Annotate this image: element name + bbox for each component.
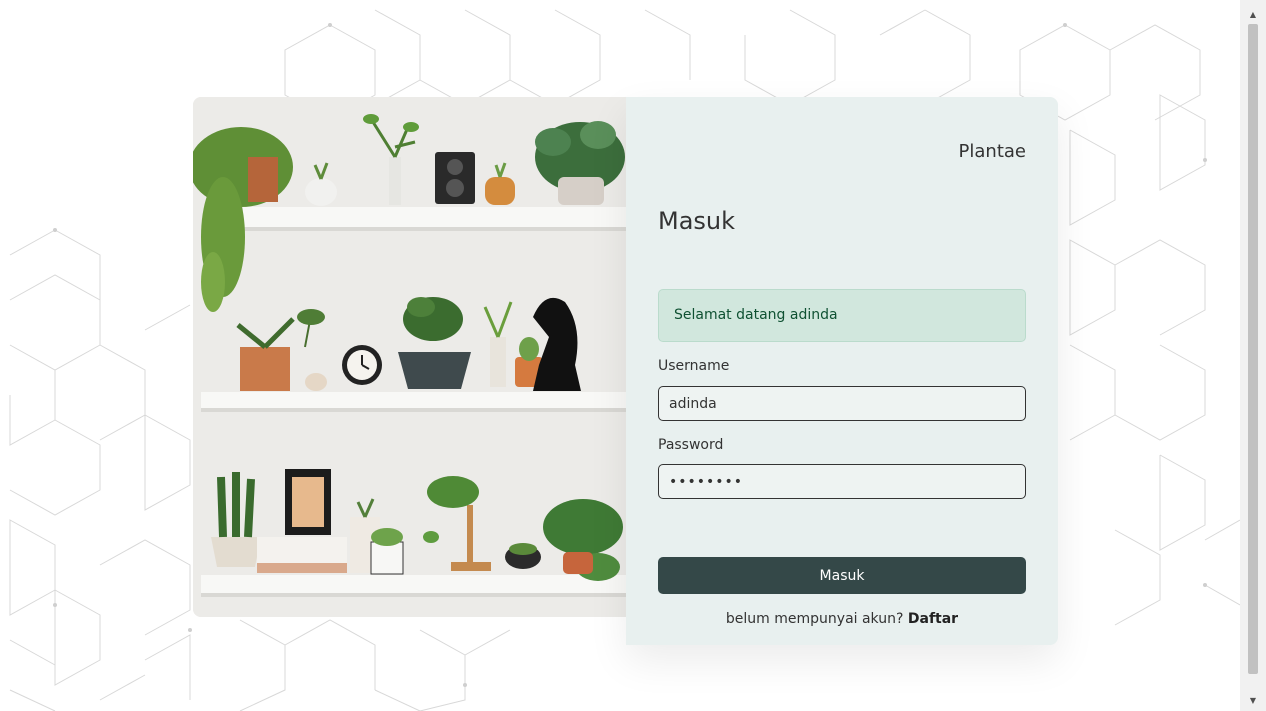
plant-shelf-photo <box>193 97 626 617</box>
scroll-down-arrow-icon[interactable]: ▼ <box>1240 692 1266 709</box>
password-field[interactable] <box>658 464 1026 499</box>
login-button[interactable]: Masuk <box>658 557 1026 594</box>
page-title: Masuk <box>658 207 736 235</box>
username-field[interactable] <box>658 386 1026 421</box>
vertical-scrollbar[interactable]: ▲ ▼ <box>1240 0 1266 711</box>
brand-name: Plantae <box>958 141 1026 162</box>
username-label: Username <box>658 358 730 374</box>
register-link[interactable]: Daftar <box>908 611 958 627</box>
scroll-up-arrow-icon[interactable]: ▲ <box>1240 6 1266 23</box>
register-prompt-text: belum mempunyai akun? <box>725 611 908 627</box>
scrollbar-thumb[interactable] <box>1248 24 1258 674</box>
login-card: Plantae Masuk Selamat datang adinda User… <box>193 97 1058 645</box>
login-form-panel: Plantae Masuk Selamat datang adinda User… <box>626 97 1058 645</box>
plant-shelf-illustration <box>193 97 626 617</box>
register-prompt: belum mempunyai akun? Daftar <box>658 611 1026 627</box>
password-label: Password <box>658 437 724 453</box>
success-alert: Selamat datang adinda <box>658 289 1026 342</box>
